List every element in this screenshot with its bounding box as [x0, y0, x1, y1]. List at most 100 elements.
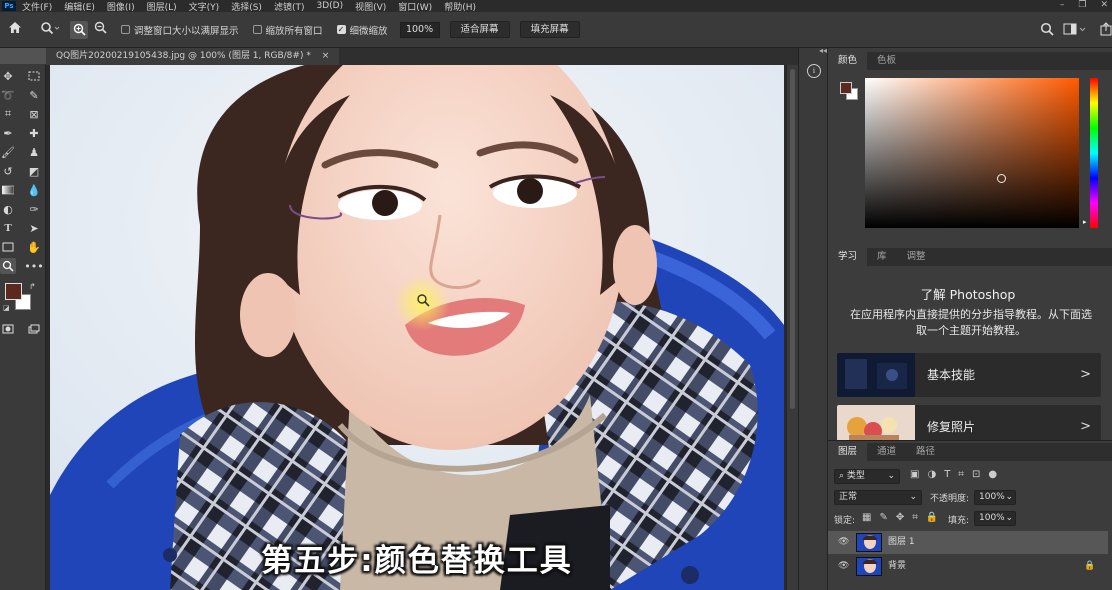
- fill-value: 100%: [979, 513, 1005, 523]
- close-document-icon[interactable]: ×: [322, 51, 330, 61]
- canvas-scrollbar[interactable]: [786, 65, 798, 590]
- topic-basic-skills[interactable]: 基本技能 >: [837, 353, 1101, 397]
- zoom-in-icon[interactable]: [70, 20, 88, 39]
- default-colors-icon[interactable]: ◪: [3, 304, 10, 312]
- rectangle-tool-icon[interactable]: [0, 239, 16, 255]
- filter-pixel-icon[interactable]: ▣: [910, 469, 919, 480]
- layer-row-background[interactable]: 👁 背景 🔒: [828, 555, 1108, 578]
- restore-icon[interactable]: ❐: [1078, 0, 1086, 10]
- lock-artboard-icon[interactable]: ⌗: [912, 512, 918, 523]
- marquee-tool-icon[interactable]: [26, 68, 42, 84]
- quick-mask-icon[interactable]: [0, 321, 16, 337]
- menu-3d[interactable]: 3D(D): [316, 1, 343, 11]
- lock-pixels-icon[interactable]: ✎: [879, 512, 887, 523]
- tab-layers[interactable]: 图层: [828, 443, 868, 461]
- tab-adjustments[interactable]: 调整: [897, 248, 936, 266]
- layer-row-layer1[interactable]: 👁 图层 1: [828, 531, 1108, 554]
- filter-smart-object-icon[interactable]: ⊡: [972, 469, 980, 480]
- visibility-eye-icon[interactable]: 👁: [838, 531, 849, 554]
- clone-stamp-tool-icon[interactable]: ♟: [26, 144, 42, 160]
- blend-mode-select[interactable]: 正常 ⌄: [834, 490, 922, 505]
- home-icon[interactable]: [8, 21, 22, 38]
- menu-select[interactable]: 选择(S): [231, 0, 262, 13]
- menu-filter[interactable]: 滤镜(T): [274, 0, 305, 13]
- zoom-tool-preset-icon[interactable]: [40, 21, 60, 39]
- tab-color[interactable]: 颜色: [828, 52, 868, 70]
- brush-tool-icon[interactable]: 🖌: [0, 144, 16, 160]
- tab-swatches[interactable]: 色板: [867, 52, 906, 70]
- filter-shape-icon[interactable]: ⌗: [958, 469, 964, 480]
- filter-adjustment-icon[interactable]: ◑: [927, 469, 936, 480]
- foreground-color-swatch[interactable]: [5, 283, 22, 300]
- minimize-icon[interactable]: –: [1060, 0, 1065, 10]
- visibility-eye-icon[interactable]: 👁: [838, 555, 849, 578]
- info-icon[interactable]: i: [807, 64, 821, 78]
- eraser-tool-icon[interactable]: ◩: [26, 163, 42, 179]
- move-tool-icon[interactable]: ✥: [0, 68, 16, 84]
- screen-mode-icon[interactable]: [26, 321, 42, 337]
- crop-tool-icon[interactable]: ⌗: [0, 106, 16, 122]
- tab-learn[interactable]: 学习: [828, 248, 868, 266]
- resize-windows-checkbox[interactable]: [121, 25, 130, 34]
- filter-toggle-icon[interactable]: ●: [988, 469, 997, 480]
- blur-tool-icon[interactable]: 💧: [26, 182, 42, 198]
- zoom-out-icon[interactable]: [94, 21, 107, 38]
- layer-filter-select[interactable]: ⌕ 类型 ⌄: [834, 469, 900, 484]
- fill-screen-button[interactable]: 填充屏幕: [519, 21, 580, 38]
- menu-edit[interactable]: 编辑(E): [64, 0, 95, 13]
- frame-tool-icon[interactable]: ⊠: [26, 106, 42, 122]
- healing-brush-tool-icon[interactable]: ✚: [26, 125, 42, 141]
- close-icon[interactable]: ✕: [1100, 0, 1108, 10]
- fix-photo-thumbnail: [837, 405, 915, 441]
- hue-slider-handle[interactable]: ▸: [1083, 218, 1087, 226]
- workspace-icon[interactable]: [1063, 22, 1087, 39]
- color-picker-cursor[interactable]: [997, 174, 1006, 183]
- lock-icons: ▦ ✎ ✥ ⌗ 🔒: [862, 512, 938, 523]
- more-tools-icon[interactable]: •••: [24, 258, 43, 274]
- tab-libraries[interactable]: 库: [867, 248, 897, 266]
- quick-select-tool-icon[interactable]: ✎: [26, 87, 42, 103]
- path-select-tool-icon[interactable]: ➤: [26, 220, 42, 236]
- history-brush-tool-icon[interactable]: ↺: [0, 163, 16, 179]
- collapse-dock-icon[interactable]: ◂◂: [819, 46, 827, 55]
- hand-tool-icon[interactable]: ✋: [26, 239, 42, 255]
- menu-layer[interactable]: 图层(L): [147, 0, 177, 13]
- fill-field[interactable]: 100% ⌄: [974, 511, 1016, 526]
- search-icon[interactable]: [1040, 22, 1054, 39]
- tab-channels[interactable]: 通道: [867, 443, 906, 461]
- color-picker-field[interactable]: [865, 78, 1079, 228]
- topic-label: 修复照片: [927, 420, 976, 434]
- color-panel-foreground-swatch[interactable]: [840, 82, 852, 94]
- menu-image[interactable]: 图像(I): [107, 0, 135, 13]
- type-tool-icon[interactable]: T: [0, 220, 16, 236]
- menu-type[interactable]: 文字(Y): [189, 0, 220, 13]
- gradient-tool-icon[interactable]: [0, 182, 16, 198]
- lock-all-icon[interactable]: 🔒: [926, 512, 938, 523]
- tab-paths[interactable]: 路径: [906, 443, 945, 461]
- eyedropper-tool-icon[interactable]: ✒: [0, 125, 16, 141]
- lock-position-icon[interactable]: ✥: [896, 512, 904, 523]
- pen-tool-icon[interactable]: ✑: [26, 201, 42, 217]
- document-tab[interactable]: QQ图片20200219105438.jpg @ 100% (图层 1, RGB…: [46, 48, 340, 65]
- scrubby-zoom-checkbox[interactable]: ✓: [336, 25, 346, 34]
- dodge-tool-icon[interactable]: ◐: [0, 201, 16, 217]
- menu-window[interactable]: 窗口(W): [398, 0, 432, 13]
- menu-help[interactable]: 帮助(H): [444, 0, 476, 13]
- hue-slider[interactable]: [1090, 78, 1098, 228]
- filter-type-icon[interactable]: T: [944, 469, 950, 480]
- scrollbar-thumb[interactable]: [790, 69, 795, 409]
- zoom-all-checkbox[interactable]: [252, 25, 262, 34]
- zoom-tool-icon[interactable]: [0, 258, 16, 274]
- fit-screen-button[interactable]: 适合屏幕: [449, 21, 510, 38]
- topic-fix-photo[interactable]: 修复照片 >: [837, 405, 1101, 441]
- menu-file[interactable]: 文件(F): [22, 0, 52, 13]
- canvas-area[interactable]: 第五步:颜色替换工具: [46, 65, 786, 590]
- lasso-tool-icon[interactable]: ➰: [0, 87, 16, 103]
- zoom-level-field[interactable]: 100%: [399, 21, 440, 38]
- lock-transparent-icon[interactable]: ▦: [862, 512, 871, 523]
- share-icon[interactable]: [1100, 22, 1112, 39]
- menu-view[interactable]: 视图(V): [355, 0, 386, 13]
- swap-colors-icon[interactable]: ↱: [29, 282, 36, 291]
- opacity-field[interactable]: 100% ⌄: [974, 490, 1016, 505]
- options-bar: 调整窗口大小以满屏显示 缩放所有窗口 ✓ 细微缩放 100% 适合屏幕 填充屏幕: [0, 12, 1112, 48]
